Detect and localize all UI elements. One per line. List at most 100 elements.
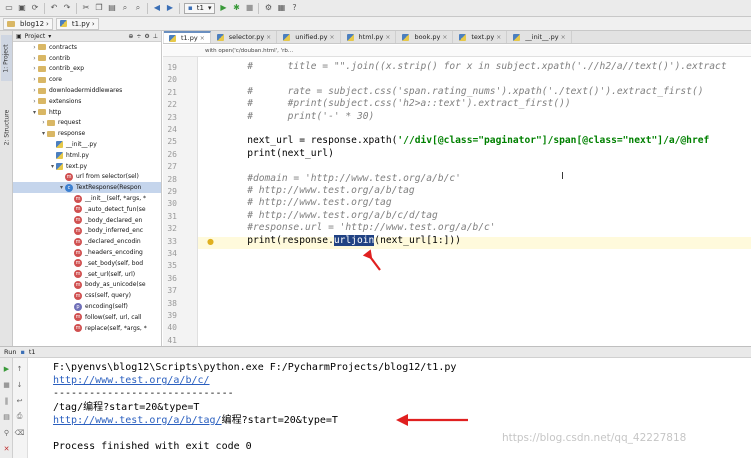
code-line[interactable]: # print('-' * 30) xyxy=(201,111,374,123)
editor-tab[interactable]: t1.py × xyxy=(164,31,211,43)
tree-item[interactable]: ▾ response xyxy=(13,128,161,139)
run-config-select[interactable]: ▪ t1 ▾ xyxy=(184,2,216,14)
run-config-name[interactable]: t1 xyxy=(29,348,36,356)
chevron-right-icon[interactable]: › xyxy=(40,119,47,126)
clear-icon[interactable]: ⌫ xyxy=(15,428,25,437)
tree-item[interactable]: m url from selector(sel) xyxy=(13,172,161,183)
open-folder-icon[interactable]: ▭ xyxy=(4,3,14,13)
close-tab-icon[interactable]: × xyxy=(330,34,335,41)
project-panel-title[interactable]: Project xyxy=(25,33,46,40)
tree-item[interactable]: m _headers_encoding xyxy=(13,247,161,258)
settings-icon[interactable]: ⚙ xyxy=(263,3,273,13)
code-line[interactable]: # #print(subject.css('h2>a::text').extra… xyxy=(201,98,570,110)
tree-item[interactable]: m _set_url(self, url) xyxy=(13,269,161,280)
run-icon[interactable]: ▶ xyxy=(218,3,228,13)
editor-tab[interactable]: selector.py × xyxy=(211,31,278,43)
tree-item[interactable]: ▾ text.py xyxy=(13,161,161,172)
stop-icon[interactable]: ■ xyxy=(244,3,254,13)
code-line[interactable]: print(next_url) xyxy=(201,148,334,160)
run-panel-label[interactable]: Run xyxy=(4,348,16,356)
tree-item[interactable]: › contrib_exp xyxy=(13,64,161,75)
code-line[interactable]: # title = "".join((x.strip() for x in su… xyxy=(201,61,726,73)
code-line[interactable]: # http://www.test.org/tag xyxy=(201,197,391,209)
code-line[interactable]: #response.url = 'http://www.test.org/a/b… xyxy=(201,222,495,234)
chevron-down-icon[interactable]: ▾ xyxy=(40,130,47,137)
project-tool-tab[interactable]: 1: Project xyxy=(1,35,12,81)
gear-icon[interactable]: ⚙ xyxy=(144,33,149,40)
tree-item[interactable]: › core xyxy=(13,74,161,85)
tree-item[interactable]: ▾ http xyxy=(13,107,161,118)
stop-icon[interactable]: ■ xyxy=(2,380,11,389)
print-icon[interactable]: ⎙ xyxy=(15,412,24,421)
tree-item[interactable]: __init__.py xyxy=(13,139,161,150)
close-tab-icon[interactable]: × xyxy=(496,34,501,41)
tree-item[interactable]: m follow(self, url, call xyxy=(13,312,161,323)
pin-icon[interactable]: ⚲ xyxy=(2,428,11,437)
save-icon[interactable]: ▣ xyxy=(17,3,27,13)
redo-icon[interactable]: ↷ xyxy=(62,3,72,13)
help-icon[interactable]: ? xyxy=(289,3,299,13)
copy-icon[interactable]: ❐ xyxy=(94,3,104,13)
code-editor[interactable]: 19 20 21 22 23 24 25 26 27 28 29 30 31 32 33 34 35 36 37 38… xyxy=(163,57,751,346)
breadcrumb-project[interactable]: blog12 › xyxy=(3,17,53,30)
editor-tab[interactable]: html.py × xyxy=(341,31,397,43)
code-line[interactable]: # rate = subject.css('span.rating_nums')… xyxy=(201,86,703,98)
scope-icon[interactable]: ⊕ xyxy=(128,33,133,40)
editor-tab[interactable]: unified.py × xyxy=(278,31,341,43)
sync-icon[interactable]: ⟳ xyxy=(30,3,40,13)
code-line[interactable]: next_url = response.xpath('//div[@class=… xyxy=(201,135,709,147)
tree-item[interactable]: m _body_declared_en xyxy=(13,215,161,226)
structure-tool-tab[interactable]: 2: Structure xyxy=(1,101,12,153)
pause-icon[interactable]: ‖ xyxy=(2,396,11,405)
chevron-right-icon[interactable]: › xyxy=(31,98,38,105)
code-line[interactable]: # http://www.test.org/a/b/tag xyxy=(201,185,415,197)
chevron-down-icon[interactable]: ▾ xyxy=(31,109,38,116)
tree-item[interactable]: › contracts xyxy=(13,42,161,53)
forward-icon[interactable]: ▶ xyxy=(165,3,175,13)
close-tab-icon[interactable]: × xyxy=(561,34,566,41)
editor-tab[interactable]: __init__.py × xyxy=(508,31,572,43)
tree-item[interactable]: › contrib xyxy=(13,53,161,64)
close-tab-icon[interactable]: × xyxy=(442,34,447,41)
debug-icon[interactable]: ✱ xyxy=(231,3,241,13)
tree-item[interactable]: m css(self, query) xyxy=(13,290,161,301)
collapse-icon[interactable]: ÷ xyxy=(136,33,141,40)
chevron-right-icon[interactable]: › xyxy=(31,44,38,51)
console-link[interactable]: http://www.test.org/a/b/c/ xyxy=(53,375,210,386)
scroll-up-icon[interactable]: ↑ xyxy=(15,364,24,373)
rerun-icon[interactable]: ▶ xyxy=(2,364,11,373)
lightbulb-icon[interactable]: ● xyxy=(207,237,214,246)
console-link[interactable]: http://www.test.org/a/b/tag/ xyxy=(53,415,222,426)
tree-item[interactable]: m _declared_encodin xyxy=(13,236,161,247)
tree-item[interactable]: p encoding(self) xyxy=(13,301,161,312)
code-line[interactable]: #domain = 'http://www.test.org/a/b/c' xyxy=(201,173,461,185)
chevron-right-icon[interactable]: › xyxy=(31,55,38,62)
chevron-down-icon[interactable]: ▾ xyxy=(48,33,51,40)
replace-icon[interactable]: ⌕ xyxy=(133,3,143,13)
editor-tab[interactable]: book.py × xyxy=(397,31,454,43)
soft-wrap-icon[interactable]: ↩ xyxy=(15,396,24,405)
close-icon[interactable]: ✕ xyxy=(2,444,11,453)
tree-item[interactable]: html.py xyxy=(13,150,161,161)
tree-item[interactable]: m replace(self, *args, * xyxy=(13,323,161,334)
editor-tab[interactable]: text.py × xyxy=(454,31,508,43)
chevron-right-icon[interactable]: › xyxy=(31,65,38,72)
dump-icon[interactable]: ▤ xyxy=(2,412,11,421)
structure-icon[interactable]: ▦ xyxy=(276,3,286,13)
tree-item[interactable]: m _body_inferred_enc xyxy=(13,226,161,237)
close-tab-icon[interactable]: × xyxy=(200,35,205,42)
code-line[interactable]: # http://www.test.org/a/b/c/d/tag xyxy=(201,210,438,222)
close-tab-icon[interactable]: × xyxy=(266,34,271,41)
code-line[interactable]: print(response.urljoin(next_url[1:])) xyxy=(201,234,461,247)
close-tab-icon[interactable]: × xyxy=(385,34,390,41)
tree-item[interactable]: m __init__(self, *args, * xyxy=(13,193,161,204)
chevron-down-icon[interactable]: ▾ xyxy=(58,184,65,191)
tree-item[interactable]: › extensions xyxy=(13,96,161,107)
tree-item[interactable]: m body_as_unicode(se xyxy=(13,280,161,291)
cut-icon[interactable]: ✂ xyxy=(81,3,91,13)
paste-icon[interactable]: ▤ xyxy=(107,3,117,13)
tree-item[interactable]: m _set_body(self, bod xyxy=(13,258,161,269)
hide-icon[interactable]: ⊥ xyxy=(153,33,158,40)
scroll-down-icon[interactable]: ↓ xyxy=(15,380,24,389)
tree-item[interactable]: › request xyxy=(13,118,161,129)
